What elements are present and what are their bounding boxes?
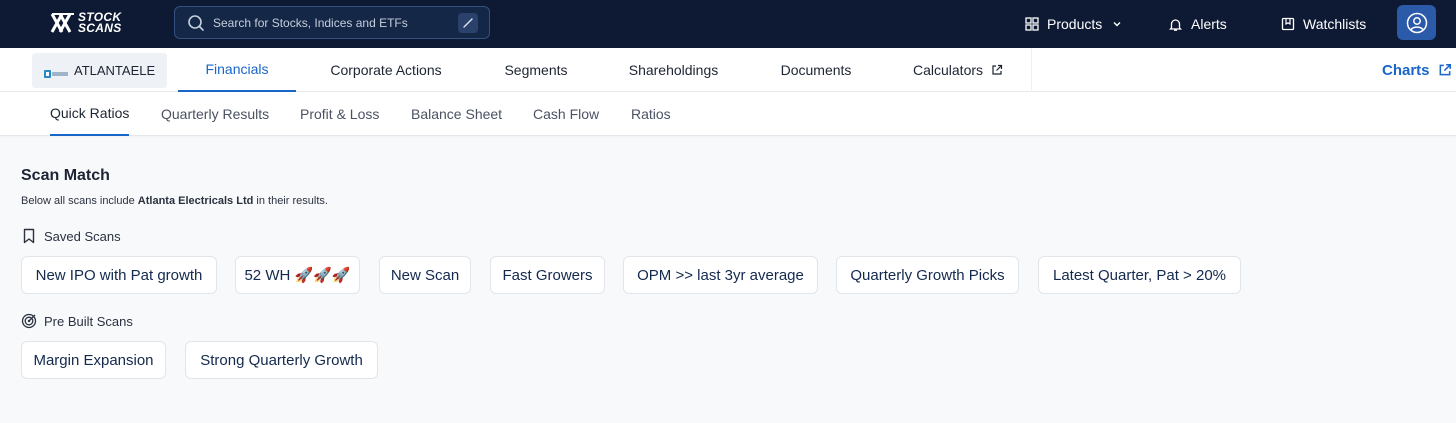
tab-label: Calculators <box>912 62 984 78</box>
alerts-link[interactable]: Alerts <box>1168 0 1227 48</box>
chip-label: Strong Quarterly Growth <box>200 351 363 369</box>
chip-label: 52 WH 🚀🚀🚀 <box>244 267 351 284</box>
products-label: Products <box>1047 16 1103 32</box>
bell-icon <box>1168 18 1183 31</box>
products-menu[interactable]: Products <box>1025 0 1122 48</box>
group-label-text: Saved Scans <box>44 228 121 244</box>
slash-shortcut-icon <box>458 13 478 33</box>
saved-scan-chip[interactable]: Quarterly Growth Picks <box>836 256 1019 294</box>
tab-financials[interactable]: Financials <box>178 48 296 92</box>
chevron-down-icon <box>1113 22 1121 27</box>
saved-scan-chip[interactable]: New Scan <box>379 256 471 294</box>
subtab-label: Ratios <box>631 106 671 122</box>
chip-label: OPM >> last 3yr average <box>637 266 804 284</box>
tab-shareholdings[interactable]: Shareholdings <box>623 48 724 92</box>
logo-line-2: SCANS <box>78 21 122 35</box>
saved-scan-chip[interactable]: OPM >> last 3yr average <box>623 256 818 294</box>
watchlists-link[interactable]: Watchlists <box>1281 0 1366 48</box>
external-link-icon <box>992 64 1003 75</box>
subtab-label: Quick Ratios <box>50 105 130 121</box>
subtab-ratios[interactable]: Ratios <box>631 92 671 136</box>
tab-label: Corporate Actions <box>330 62 442 78</box>
watchlists-label: Watchlists <box>1303 16 1367 32</box>
chip-label: New IPO with Pat growth <box>35 266 203 284</box>
subtab-balance-sheet[interactable]: Balance Sheet <box>411 92 502 136</box>
company-name: Atlanta Electricals Ltd <box>137 195 254 207</box>
saved-scan-chip[interactable]: New IPO with Pat growth <box>21 256 217 294</box>
tab-documents[interactable]: Documents <box>774 48 858 92</box>
user-icon <box>1406 12 1427 33</box>
subtab-quarterly-results[interactable]: Quarterly Results <box>161 92 269 136</box>
grid-icon <box>1025 17 1039 31</box>
tab-corporate-actions[interactable]: Corporate Actions <box>323 48 449 92</box>
tab-calculators[interactable]: Calculators <box>908 48 1008 92</box>
tab-divider <box>1031 48 1032 92</box>
chip-label: Fast Growers <box>502 266 593 284</box>
bookmark-icon <box>23 228 35 244</box>
subtitle-suffix: in their results. <box>253 195 328 207</box>
tab-label: Documents <box>780 62 852 78</box>
subtab-profit-loss[interactable]: Profit & Loss <box>300 92 379 136</box>
search-input[interactable] <box>213 15 453 30</box>
stockscans-logo[interactable]: STOCK SCANS <box>50 9 142 37</box>
prebuilt-scan-chip[interactable]: Strong Quarterly Growth <box>185 341 378 379</box>
subtab-label: Profit & Loss <box>300 106 380 122</box>
bookmark-list-icon <box>1281 17 1295 31</box>
scan-match-title: Scan Match <box>21 167 110 184</box>
stock-symbol: ATLANTAELE <box>74 63 156 78</box>
chip-label: New Scan <box>390 266 460 284</box>
alerts-label: Alerts <box>1191 16 1227 32</box>
target-icon <box>21 313 37 329</box>
external-link-icon <box>1439 63 1451 76</box>
tab-label: Financials <box>205 61 269 77</box>
tab-label: Shareholdings <box>628 62 719 78</box>
saved-scan-chip[interactable]: Latest Quarter, Pat > 20% <box>1038 256 1241 294</box>
subtab-quick-ratios[interactable]: Quick Ratios <box>50 92 130 136</box>
logo-text: STOCK SCANS <box>78 11 122 35</box>
saved-scan-chip[interactable]: 52 WH 🚀🚀🚀 <box>235 256 360 294</box>
tab-segments[interactable]: Segments <box>499 48 573 92</box>
subtitle-prefix: Below all scans include <box>21 195 138 207</box>
chip-label: Latest Quarter, Pat > 20% <box>1052 266 1227 284</box>
saved-scans-label: Saved Scans <box>21 227 121 245</box>
saved-scan-chip[interactable]: Fast Growers <box>490 256 605 294</box>
chip-label: Margin Expansion <box>33 351 154 369</box>
search-icon <box>187 14 205 32</box>
subtab-label: Quarterly Results <box>161 106 270 122</box>
subtab-cash-flow[interactable]: Cash Flow <box>533 92 599 136</box>
prebuilt-scans-label: Pre Built Scans <box>21 312 133 330</box>
prebuilt-scan-chip[interactable]: Margin Expansion <box>21 341 166 379</box>
chip-label: Quarterly Growth Picks <box>850 266 1005 284</box>
group-label-text: Pre Built Scans <box>44 313 133 329</box>
company-logo <box>44 66 68 78</box>
primary-tab-bar: ATLANTAELE Financials Corporate Actions … <box>0 48 1456 92</box>
secondary-tab-bar: Quick Ratios Quarterly Results Profit & … <box>0 92 1456 136</box>
top-nav-bar: STOCK SCANS Products Alerts Watchlists <box>0 0 1456 48</box>
stock-selector[interactable]: ATLANTAELE <box>32 53 167 88</box>
subtab-label: Balance Sheet <box>411 106 503 122</box>
search-bar[interactable] <box>174 6 490 39</box>
charts-label: Charts <box>1382 61 1430 79</box>
tab-label: Segments <box>504 62 568 78</box>
subtab-label: Cash Flow <box>533 106 600 122</box>
user-avatar-button[interactable] <box>1397 5 1436 40</box>
scan-match-subtitle: Below all scans include Atlanta Electric… <box>21 195 328 207</box>
charts-link[interactable]: Charts <box>1382 48 1452 92</box>
logo-mark-icon <box>50 10 76 36</box>
